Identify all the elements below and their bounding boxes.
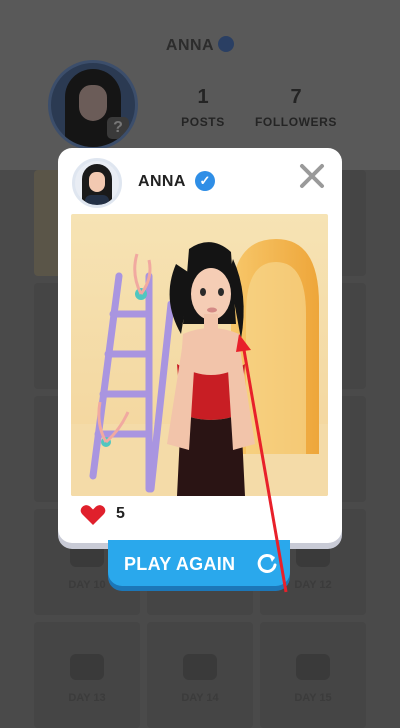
play-again-button[interactable]: PLAY AGAIN — [108, 540, 290, 586]
avatar[interactable] — [72, 158, 122, 208]
play-again-label: PLAY AGAIN — [124, 554, 236, 574]
heart-icon[interactable] — [80, 504, 106, 526]
post-modal: ANNA ✓ 5 — [58, 148, 342, 543]
camera-icon — [296, 654, 330, 680]
posts-stat: 1 POSTS — [181, 86, 225, 129]
camera-icon — [70, 654, 104, 680]
followers-stat: 7 FOLLOWERS — [254, 86, 338, 129]
camera-icon — [70, 541, 104, 567]
profile-username: ANNA — [0, 36, 400, 55]
close-button[interactable] — [298, 162, 326, 190]
camera-icon — [296, 541, 330, 567]
grid-cell-day[interactable]: DAY 13 — [34, 622, 140, 728]
verified-check-icon: ✓ — [195, 171, 215, 191]
post-username: ANNA — [138, 173, 186, 190]
grid-cell-day[interactable]: DAY 14 — [147, 622, 253, 728]
grid-cell-day[interactable]: DAY 15 — [260, 622, 366, 728]
post-photo — [71, 214, 328, 496]
like-count: 5 — [116, 505, 125, 522]
close-icon — [300, 164, 324, 188]
verified-badge-icon — [218, 36, 235, 52]
camera-icon — [183, 654, 217, 680]
question-mark-icon: ? — [107, 117, 129, 139]
profile-avatar[interactable]: ? — [48, 60, 138, 150]
replay-icon — [257, 553, 277, 573]
